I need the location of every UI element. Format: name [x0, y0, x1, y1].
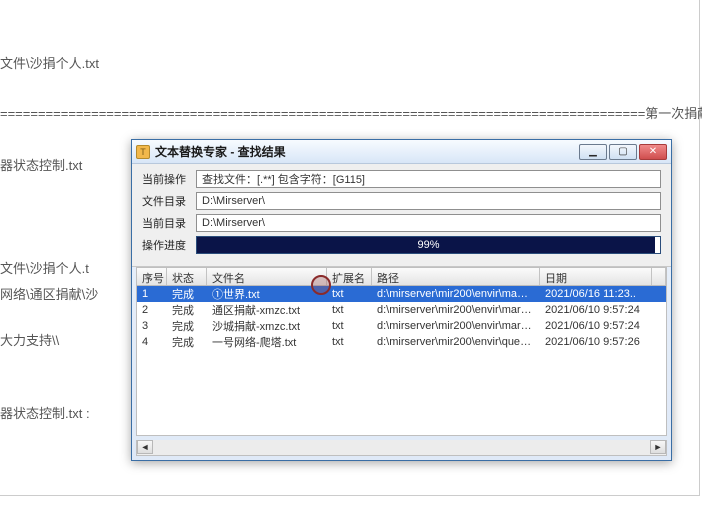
file-root-label: 文件目录 [142, 193, 196, 209]
cell-ext: txt [327, 288, 372, 300]
search-results-dialog: T 文本替换专家 - 查找结果 ▁ ▢ ✕ 当前操作 查找文件：[.**] 包含… [131, 139, 672, 461]
operation-field: 查找文件：[.**] 包含字符：[G115] [196, 170, 661, 188]
cell-path: d:\mirserver\mir200\envir\questdiary\... [372, 336, 540, 348]
cell-status: 完成 [167, 286, 207, 302]
grid-header: 序号 状态 文件名 扩展名 路径 日期 [137, 268, 666, 286]
progress-label: 操作进度 [142, 237, 196, 253]
minimize-button[interactable]: ▁ [579, 144, 607, 160]
window-title: 文本替换专家 - 查找结果 [155, 143, 579, 160]
cell-ext: txt [327, 336, 372, 348]
close-icon: ✕ [649, 147, 657, 157]
cell-ext: txt [327, 304, 372, 316]
cell-ext: txt [327, 320, 372, 332]
maximize-button[interactable]: ▢ [609, 144, 637, 160]
cell-index: 2 [137, 304, 167, 316]
results-grid: 序号 状态 文件名 扩展名 路径 日期 1完成①世界.txttxtd:\mirs… [136, 267, 667, 436]
cell-filename: ①世界.txt [207, 286, 327, 302]
close-button[interactable]: ✕ [639, 144, 667, 160]
grid-body: 1完成①世界.txttxtd:\mirserver\mir200\envir\m… [137, 286, 666, 435]
col-header-path[interactable]: 路径 [372, 268, 540, 285]
cell-status: 完成 [167, 334, 207, 350]
scroll-left-button[interactable]: ◄ [137, 440, 153, 454]
table-row[interactable]: 1完成①世界.txttxtd:\mirserver\mir200\envir\m… [137, 286, 666, 302]
scroll-track[interactable] [153, 440, 650, 455]
bg-text-line: 文件\沙捐个人.txt [0, 53, 99, 72]
cell-filename: 一号网络-爬塔.txt [207, 334, 327, 350]
cell-status: 完成 [167, 318, 207, 334]
current-dir-field: D:\Mirserver\ [196, 214, 661, 232]
cell-date: 2021/06/16 11:23.. [540, 288, 652, 300]
cell-date: 2021/06/10 9:57:24 [540, 304, 652, 316]
cell-date: 2021/06/10 9:57:24 [540, 320, 652, 332]
bg-text-line: 器状态控制.txt [0, 155, 82, 174]
cell-filename: 沙城捐献-xmzc.txt [207, 318, 327, 334]
progress-bar: 99% [196, 236, 661, 254]
operation-label: 当前操作 [142, 171, 196, 187]
cell-date: 2021/06/10 9:57:26 [540, 336, 652, 348]
scroll-right-button[interactable]: ► [650, 440, 666, 454]
cell-filename: 通区捐献-xmzc.txt [207, 302, 327, 318]
cell-path: d:\mirserver\mir200\envir\mapquest_d... [372, 288, 540, 300]
cell-index: 3 [137, 320, 167, 332]
col-header-status[interactable]: 状态 [167, 268, 207, 285]
col-header-file[interactable]: 文件名 [207, 268, 327, 285]
cell-index: 4 [137, 336, 167, 348]
cell-path: d:\mirserver\mir200\envir\market_def\... [372, 320, 540, 332]
bg-text-line: 大力支持\\ [0, 330, 59, 349]
table-row[interactable]: 2完成通区捐献-xmzc.txttxtd:\mirserver\mir200\e… [137, 302, 666, 318]
window-buttons: ▁ ▢ ✕ [579, 144, 667, 160]
progress-text: 99% [417, 239, 439, 251]
bg-text-line: 网络\通区捐献\沙 [0, 284, 98, 303]
bg-text-line: 文件\沙捐个人.t [0, 258, 89, 277]
minimize-icon: ▁ [589, 147, 597, 157]
file-root-field: D:\Mirserver\ [196, 192, 661, 210]
bg-text-line: 器状态控制.txt : [0, 403, 90, 422]
col-header-spacer [652, 268, 666, 285]
app-icon: T [136, 145, 150, 159]
progress-remainder [655, 237, 660, 253]
cell-status: 完成 [167, 302, 207, 318]
col-header-date[interactable]: 日期 [540, 268, 652, 285]
form-area: 当前操作 查找文件：[.**] 包含字符：[G115] 文件目录 D:\Mirs… [132, 164, 671, 267]
col-header-index[interactable]: 序号 [137, 268, 167, 285]
chevron-left-icon: ◄ [141, 442, 150, 452]
horizontal-scrollbar[interactable]: ◄ ► [136, 440, 667, 456]
cell-index: 1 [137, 288, 167, 300]
bg-text-divider: ========================================… [0, 103, 702, 122]
table-row[interactable]: 3完成沙城捐献-xmzc.txttxtd:\mirserver\mir200\e… [137, 318, 666, 334]
chevron-right-icon: ► [654, 442, 663, 452]
maximize-icon: ▢ [618, 147, 627, 157]
titlebar[interactable]: T 文本替换专家 - 查找结果 ▁ ▢ ✕ [132, 140, 671, 164]
col-header-ext[interactable]: 扩展名 [327, 268, 372, 285]
current-dir-label: 当前目录 [142, 215, 196, 231]
table-row[interactable]: 4完成一号网络-爬塔.txttxtd:\mirserver\mir200\env… [137, 334, 666, 350]
cell-path: d:\mirserver\mir200\envir\market_def\1..… [372, 304, 540, 316]
